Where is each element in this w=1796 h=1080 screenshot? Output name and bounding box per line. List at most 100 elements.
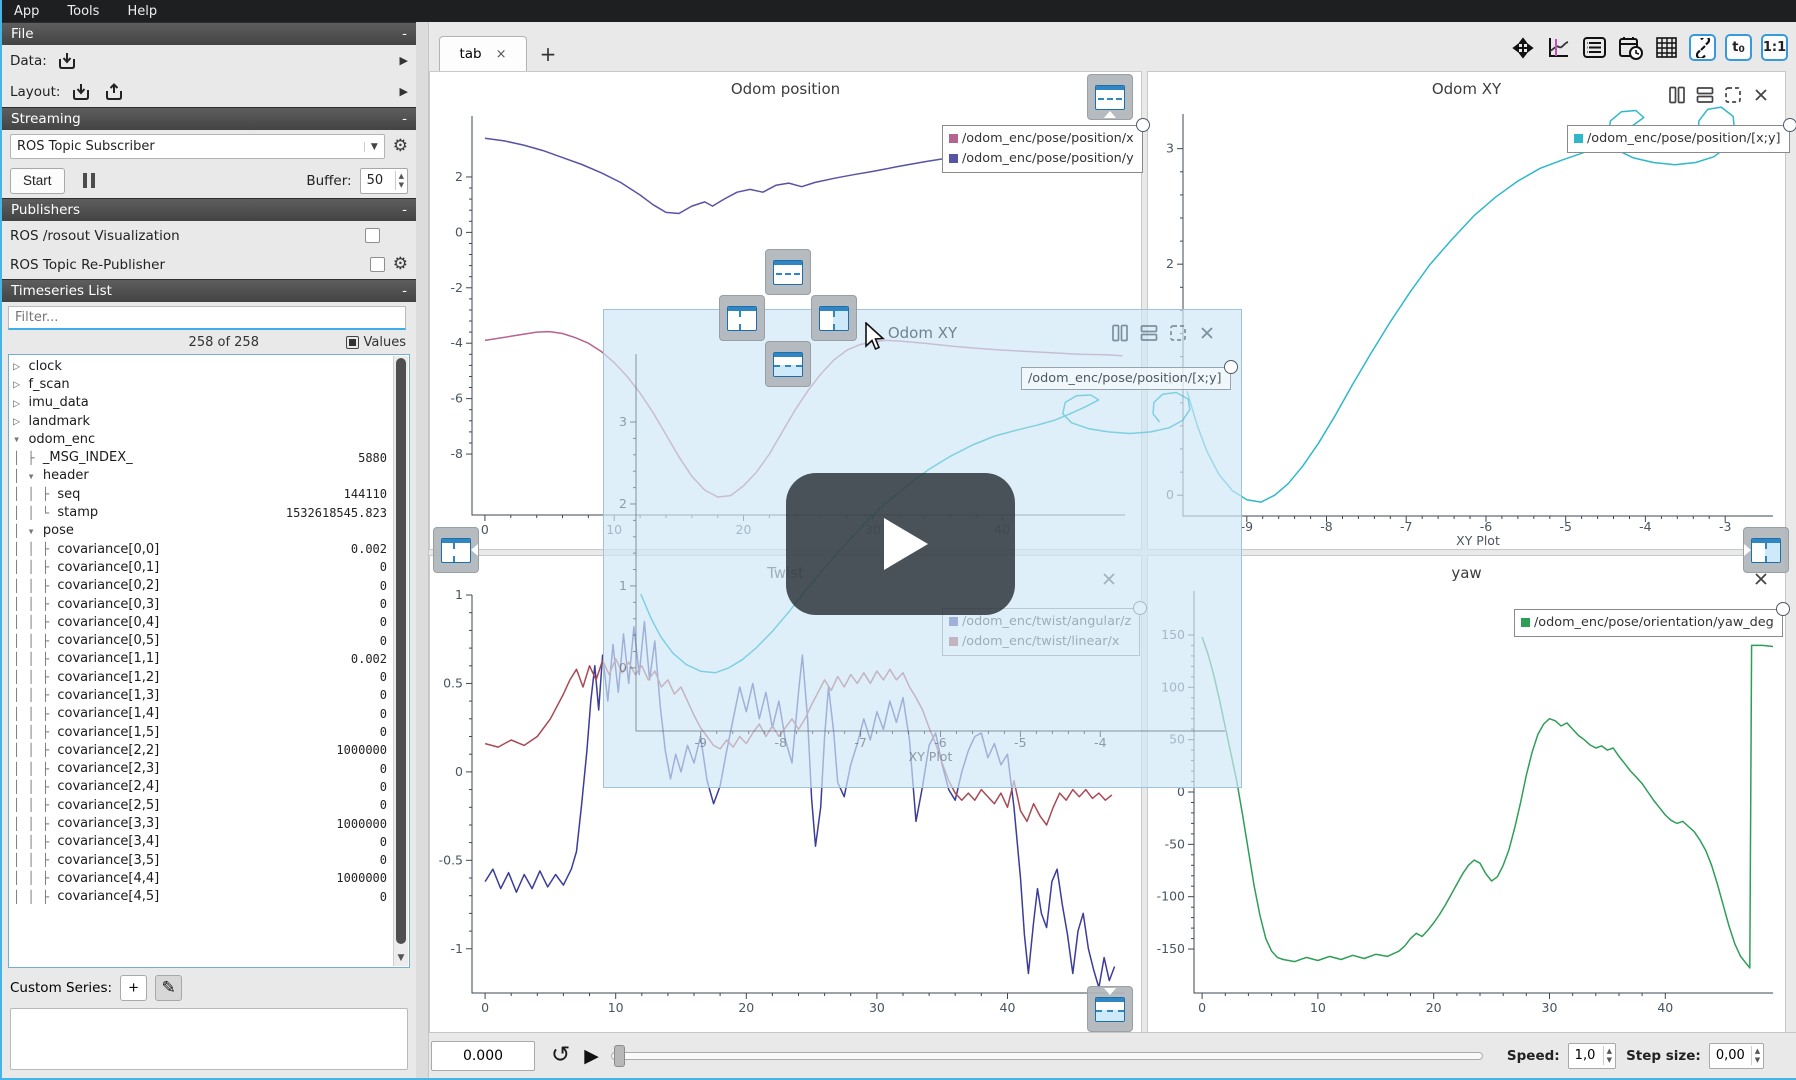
dock-center-top-icon[interactable] [765,249,811,295]
drag-preview-legend[interactable]: /odom_enc/pose/position/[x;y] [1021,367,1231,390]
list-view-icon[interactable] [1581,34,1608,61]
datetime-icon[interactable] [1617,34,1644,61]
time-slider[interactable] [611,1052,1483,1060]
fullscreen-icon[interactable] [1722,84,1743,105]
dock-center-bottom-icon[interactable] [765,341,811,387]
plot-pane-yaw[interactable]: yaw 150100500-50-100-150010203040 /odom_… [1147,555,1786,1034]
load-data-icon[interactable] [55,49,80,73]
dock-edge-bottom-icon[interactable] [1087,986,1133,1032]
tree-row[interactable]: │ │ ├ covariance[4,5]0 [13,888,409,906]
ratio-1-1-icon[interactable]: 1:1 [1761,34,1788,61]
close-pane-icon[interactable] [1196,322,1217,343]
tree-row[interactable]: │ │ ├ covariance[0,4]0 [13,613,409,631]
legend-handle[interactable] [1136,118,1150,132]
section-streaming[interactable]: Streaming - [2,107,416,130]
tree-row[interactable]: │ │ ├ covariance[0,0]0.002 [13,540,409,558]
move-viewport-icon[interactable] [1509,34,1536,61]
tree-row[interactable]: │ │ ├ covariance[0,1]0 [13,558,409,576]
time-display[interactable]: 0.000 [431,1041,535,1071]
tree-row[interactable]: │ │ ├ covariance[3,5]0 [13,851,409,869]
collapse-icon[interactable]: - [402,202,407,218]
start-button[interactable]: Start [10,168,65,194]
tree-row[interactable]: ▷ clock [13,357,409,375]
streaming-gear-icon[interactable]: ⚙ [393,138,408,155]
legend-entry[interactable]: /odom_enc/pose/position/y [962,149,1134,169]
plot-pane-odom-xy[interactable]: Odom XY 3210-9-8-7-6-5-4-3XY Plot /odom_… [1147,71,1786,550]
tree-row[interactable]: ▾ odom_enc [13,430,409,448]
pause-icon[interactable] [77,169,101,192]
menu-tools[interactable]: Tools [67,4,99,19]
values-checkbox[interactable] [346,336,359,349]
legend-entry[interactable]: /odom_enc/pose/position/[x;y] [1028,371,1222,386]
tree-row[interactable]: │ │ ├ covariance[0,5]0 [13,631,409,649]
split-horizontal-icon[interactable] [1666,84,1687,105]
tree-row[interactable]: │ │ ├ covariance[2,3]0 [13,760,409,778]
tree-row[interactable]: ▷ landmark [13,412,409,430]
layout-submenu-arrow[interactable]: ▶ [400,85,408,98]
tab-close-icon[interactable]: × [496,47,507,62]
legend-odom-position[interactable]: /odom_enc/pose/position/x /odom_enc/pose… [942,125,1143,173]
save-layout-icon[interactable] [101,80,126,104]
publisher-gear-icon[interactable]: ⚙ [393,256,408,273]
fullscreen-icon[interactable] [1167,322,1188,343]
streaming-source-select[interactable]: ROS Topic Subscriber ▼ [10,134,385,159]
filter-input[interactable] [8,306,406,330]
tree-row[interactable]: │ ▾ pose [13,522,409,540]
video-play-button[interactable] [786,473,1015,615]
tree-scrollbar[interactable]: ▼ [393,356,408,966]
time-slider-handle[interactable] [614,1045,625,1067]
speed-spinner[interactable]: 1,0 ▲▼ [1568,1043,1616,1069]
data-submenu-arrow[interactable]: ▶ [400,54,408,67]
load-layout-icon[interactable] [68,80,93,104]
collapse-icon[interactable]: - [402,283,407,299]
tree-row[interactable]: ▷ f_scan [13,375,409,393]
spinner-arrows-icon[interactable]: ▲▼ [1751,1046,1763,1065]
step-size-spinner[interactable]: 0,00 ▲▼ [1709,1043,1764,1069]
curve-tracker-icon[interactable] [1545,34,1572,61]
edit-custom-series-button[interactable]: ✎ [155,975,182,1001]
section-publishers[interactable]: Publishers - [2,198,416,221]
tree-row[interactable]: │ ├ _MSG_INDEX_5880 [13,448,409,466]
tree-row[interactable]: │ │ ├ covariance[1,2]0 [13,668,409,686]
tree-row[interactable]: │ │ ├ seq144110 [13,485,409,503]
section-timeseries[interactable]: Timeseries List - [2,279,416,302]
dock-edge-right-icon[interactable] [1743,527,1789,573]
tree-row[interactable]: │ │ ├ covariance[0,3]0 [13,595,409,613]
time-offset-icon[interactable]: t0 [1725,34,1752,61]
split-vertical-icon[interactable] [1138,322,1159,343]
tree-row[interactable]: │ │ ├ covariance[3,3]1000000 [13,814,409,832]
tree-row[interactable]: │ │ └ stamp1532618545.823 [13,503,409,521]
legend-entry[interactable]: /odom_enc/pose/position/x [962,129,1134,149]
scroll-down-icon[interactable]: ▼ [394,953,408,963]
tree-row[interactable]: │ │ ├ covariance[3,4]0 [13,833,409,851]
split-vertical-icon[interactable] [1694,84,1715,105]
dock-center-left-icon[interactable] [719,295,765,341]
grid-layout-icon[interactable] [1653,34,1680,61]
publisher-republisher-checkbox[interactable] [370,257,385,272]
tab-active[interactable]: tab × [439,36,527,71]
loop-icon[interactable]: ↺ [551,1044,570,1067]
dock-edge-left-icon[interactable] [433,527,479,573]
sidebar-splitter[interactable] [416,22,429,1078]
tree-row[interactable]: │ │ ├ covariance[2,5]0 [13,796,409,814]
tree-scrollbar-thumb[interactable] [396,358,406,944]
dock-center-right-icon[interactable] [811,295,857,341]
legend-odom-xy[interactable]: /odom_enc/pose/position/[x;y] [1567,125,1790,153]
tree-row[interactable]: │ │ ├ covariance[1,5]0 [13,723,409,741]
close-pane-icon[interactable] [1750,84,1771,105]
yaw-chart[interactable]: 150100500-50-100-150010203040 [1148,586,1785,1034]
buffer-spinner[interactable]: 50 ▲▼ [360,168,408,194]
tree-row[interactable]: │ │ ├ covariance[2,2]1000000 [13,741,409,759]
spinner-arrows-icon[interactable]: ▲▼ [395,171,407,190]
tree-row[interactable]: │ │ ├ covariance[1,4]0 [13,705,409,723]
legend-yaw[interactable]: /odom_enc/pose/orientation/yaw_deg [1514,609,1783,637]
legend-entry[interactable]: /odom_enc/pose/orientation/yaw_deg [1534,613,1774,633]
dock-edge-top-icon[interactable] [1087,74,1133,120]
play-button[interactable]: ▶ [584,1045,599,1067]
odom-xy-chart[interactable]: 3210-9-8-7-6-5-4-3XY Plot [1148,106,1785,546]
tree-row[interactable]: │ │ ├ covariance[0,2]0 [13,577,409,595]
menu-help[interactable]: Help [127,4,157,19]
tree-row[interactable]: │ │ ├ covariance[4,4]1000000 [13,869,409,887]
split-horizontal-icon[interactable] [1109,322,1130,343]
tree-row[interactable]: │ │ ├ covariance[1,3]0 [13,686,409,704]
